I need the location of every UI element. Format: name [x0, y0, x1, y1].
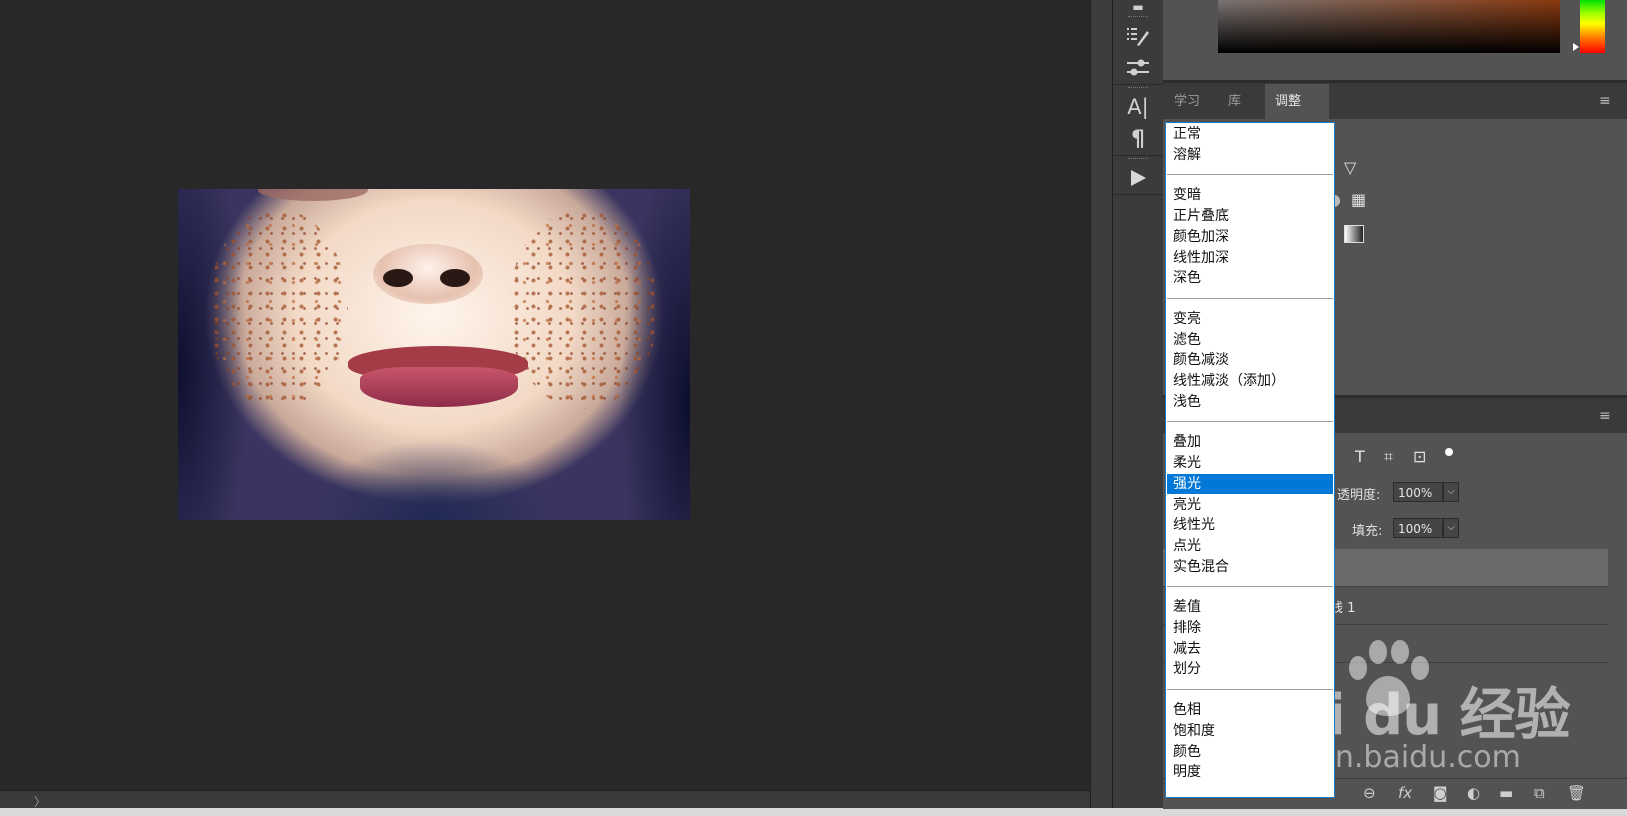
play-actions-icon[interactable]: [1113, 162, 1163, 194]
dropdown-separator: [1167, 586, 1333, 588]
photo-freckles: [508, 209, 658, 409]
fill-input[interactable]: 100%: [1393, 518, 1443, 538]
vibrance-icon[interactable]: ▽: [1344, 158, 1356, 177]
new-layer-icon[interactable]: ⧉: [1534, 784, 1545, 802]
panel-icon-dock: ▬ A| ¶: [1112, 0, 1164, 808]
blend-mode-option[interactable]: 深色: [1167, 268, 1333, 288]
blend-mode-option[interactable]: 变暗: [1167, 185, 1333, 205]
shape-filter-icon[interactable]: ⌗: [1384, 447, 1393, 467]
filter-toggle-icon[interactable]: [1445, 448, 1453, 456]
fx-icon[interactable]: fx: [1398, 784, 1412, 802]
dropdown-separator: [1167, 689, 1333, 691]
blend-mode-option[interactable]: 颜色加深: [1167, 227, 1333, 247]
tab-learn[interactable]: 学习: [1164, 84, 1210, 119]
add-mask-icon[interactable]: ◙: [1433, 784, 1448, 802]
blend-mode-option[interactable]: 滤色: [1167, 330, 1333, 350]
opacity-label: 透明度:: [1337, 488, 1381, 503]
photo-nostril-right: [440, 269, 470, 287]
blend-mode-option[interactable]: 色相: [1167, 700, 1333, 720]
adjustment-layer-icon[interactable]: ◐: [1467, 784, 1480, 802]
vertical-scrollbar[interactable]: [1090, 0, 1113, 808]
blend-mode-option[interactable]: 正常: [1167, 124, 1333, 144]
blend-mode-option[interactable]: 饱和度: [1167, 721, 1333, 741]
tab-adjustments[interactable]: 调整: [1265, 84, 1329, 119]
opacity-input[interactable]: 100%: [1393, 482, 1443, 502]
blend-mode-option[interactable]: 线性减淡（添加）: [1167, 371, 1333, 391]
smart-object-filter-icon[interactable]: ⊡: [1413, 447, 1426, 466]
hue-slider-marker[interactable]: [1573, 43, 1579, 51]
chevron-down-icon[interactable]: ⌵: [1443, 518, 1459, 538]
blend-mode-option[interactable]: 变亮: [1167, 309, 1333, 329]
photo-lower-lip: [360, 367, 518, 407]
blend-mode-option[interactable]: 差值: [1167, 597, 1333, 617]
photo-nostril-left: [383, 269, 413, 287]
link-layers-icon[interactable]: ⊖: [1363, 784, 1376, 802]
fill-label: 填充:: [1352, 524, 1383, 539]
photo-freckles: [208, 209, 348, 409]
blend-mode-option[interactable]: 实色混合: [1167, 557, 1333, 577]
status-strip: [0, 808, 1627, 816]
blend-mode-option[interactable]: 减去: [1167, 639, 1333, 659]
blend-mode-option[interactable]: 线性加深: [1167, 248, 1333, 268]
horizontal-scrollbar[interactable]: [0, 790, 1090, 809]
blend-mode-option[interactable]: 点光: [1167, 536, 1333, 556]
dropdown-separator: [1167, 421, 1333, 423]
blend-mode-option[interactable]: 排除: [1167, 618, 1333, 638]
color-picker-field[interactable]: [1218, 0, 1560, 53]
blend-mode-option[interactable]: 叠加: [1167, 432, 1333, 452]
blend-mode-option[interactable]: 颜色: [1167, 742, 1333, 762]
type-filter-icon[interactable]: T: [1355, 447, 1365, 466]
blend-mode-option[interactable]: 颜色减淡: [1167, 350, 1333, 370]
brush-presets-icon[interactable]: [1113, 20, 1163, 52]
blend-mode-option[interactable]: 正片叠底: [1167, 206, 1333, 226]
canvas-photo[interactable]: [178, 189, 690, 520]
blend-mode-option[interactable]: 溶解: [1167, 145, 1333, 165]
hamburger-menu-icon[interactable]: ≡: [1599, 93, 1611, 109]
blend-mode-option[interactable]: 柔光: [1167, 453, 1333, 473]
blend-mode-option[interactable]: 明度: [1167, 762, 1333, 782]
gradient-map-icon[interactable]: [1344, 225, 1364, 243]
adjust-sliders-icon[interactable]: [1113, 52, 1163, 84]
chevron-down-icon[interactable]: ⌵: [1443, 482, 1459, 502]
tab-libraries[interactable]: 库: [1218, 84, 1251, 119]
color-lookup-icon[interactable]: ▦: [1351, 190, 1366, 209]
history-icon[interactable]: ▬: [1113, 0, 1163, 14]
blend-mode-option[interactable]: 浅色: [1167, 392, 1333, 412]
group-folder-icon[interactable]: ▬: [1499, 784, 1513, 802]
blend-mode-option[interactable]: 强光: [1167, 473, 1333, 494]
blend-mode-dropdown[interactable]: 正常 溶解变暗 正片叠底 颜色加深 线性加深 深色变亮 滤色 颜色减淡 线性减淡（添加） 浅色叠加…: [1165, 122, 1335, 798]
hamburger-menu-icon[interactable]: ≡: [1599, 408, 1611, 424]
dropdown-separator: [1167, 297, 1333, 299]
paragraph-icon[interactable]: ¶: [1113, 123, 1163, 155]
blend-mode-option[interactable]: 划分: [1167, 659, 1333, 679]
trash-icon[interactable]: 🗑: [1567, 784, 1586, 802]
dropdown-separator: [1167, 174, 1333, 176]
hue-slider[interactable]: [1580, 0, 1605, 53]
character-icon[interactable]: A|: [1113, 91, 1163, 123]
tool-divider: [1113, 194, 1163, 195]
photo-eye: [258, 189, 368, 201]
blend-mode-option[interactable]: 亮光: [1167, 495, 1333, 515]
blend-mode-option[interactable]: 线性光: [1167, 515, 1333, 535]
